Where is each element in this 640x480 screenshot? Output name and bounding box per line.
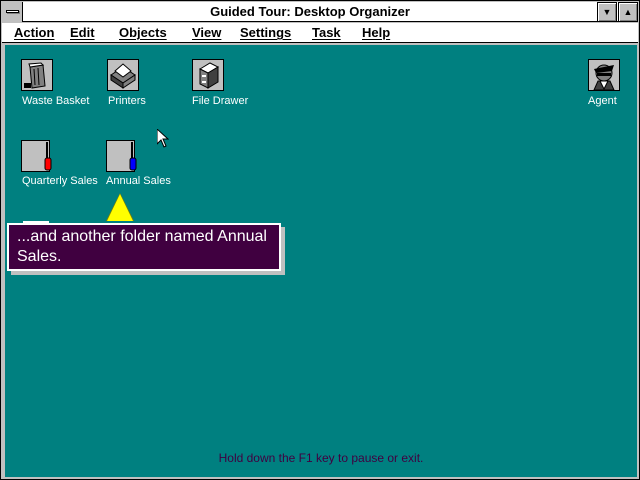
quarterly-sales-label: Quarterly Sales: [22, 175, 98, 187]
menu-bar: Action Edit Objects View Settings Task H…: [2, 23, 638, 43]
minimize-button[interactable]: ▼: [597, 2, 617, 22]
maximize-button[interactable]: ▲: [618, 2, 638, 22]
menu-edit[interactable]: Edit: [70, 23, 95, 43]
tour-tip-box: ...and another folder named Annual Sales…: [7, 223, 281, 271]
agent-label: Agent: [588, 95, 617, 107]
folder-icon: [106, 140, 137, 172]
menu-view[interactable]: View: [192, 23, 221, 43]
system-menu-button[interactable]: [2, 2, 23, 22]
app-window: Guided Tour: Desktop Organizer ▼ ▲ Actio…: [0, 0, 640, 480]
agent-icon: [588, 59, 620, 91]
mouse-pointer-icon: [157, 129, 169, 148]
printer-icon: [107, 59, 139, 91]
status-hint: Hold down the F1 key to pause or exit.: [218, 451, 424, 465]
waste-basket-label: Waste Basket: [22, 95, 90, 107]
tip-pointer-arrow: [107, 194, 133, 221]
menu-action[interactable]: Action: [14, 23, 54, 43]
system-menu-icon: [6, 10, 19, 13]
title-bar: Guided Tour: Desktop Organizer ▼ ▲: [2, 2, 638, 22]
menu-objects[interactable]: Objects: [119, 23, 167, 43]
printers-label: Printers: [108, 95, 146, 107]
desktop-area: Waste Basket Printers File Drawer Agent …: [5, 45, 637, 477]
menu-task[interactable]: Task: [312, 23, 341, 43]
menu-help[interactable]: Help: [362, 23, 390, 43]
waste-basket-icon: [21, 59, 53, 91]
file-drawer-icon: [192, 59, 224, 91]
annual-sales-label: Annual Sales: [106, 175, 171, 187]
menu-settings[interactable]: Settings: [240, 23, 291, 43]
folder-icon: [21, 140, 52, 172]
maximize-icon: ▲: [623, 7, 633, 17]
window-title: Guided Tour: Desktop Organizer: [210, 4, 410, 19]
minimize-icon: ▼: [602, 7, 612, 17]
file-drawer-label: File Drawer: [192, 95, 249, 107]
